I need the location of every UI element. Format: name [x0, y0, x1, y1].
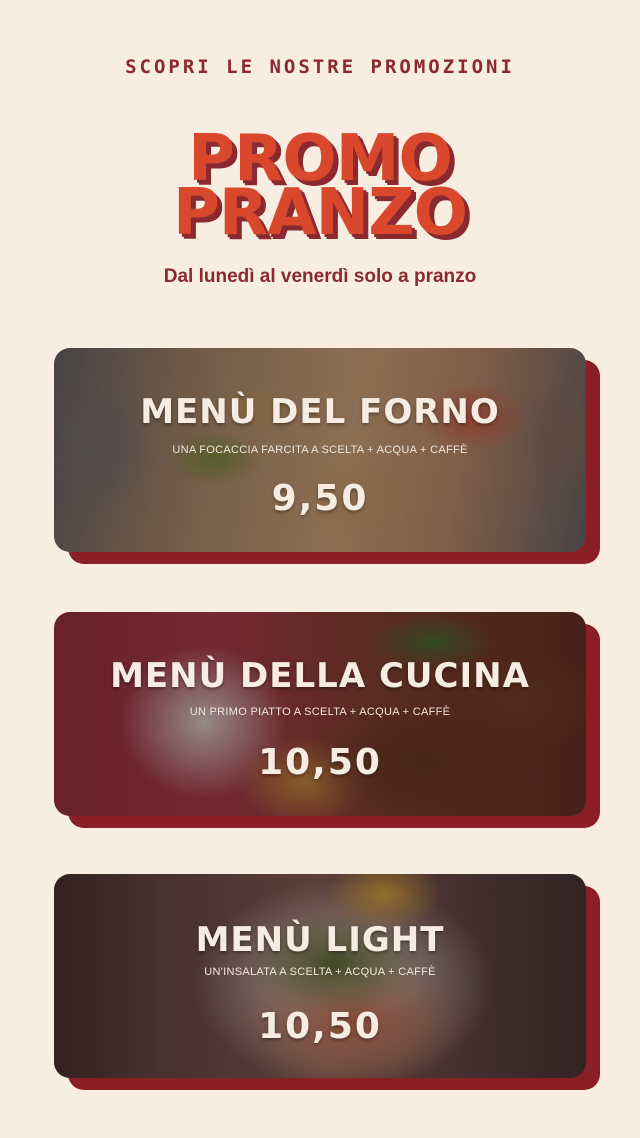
- promo-title-line-2: PRANZO: [172, 176, 468, 250]
- promo-title: PROMO PRANZO: [0, 127, 640, 250]
- menu-description: UN'INSALATA A SCELTA + ACQUA + CAFFÈ: [204, 966, 436, 978]
- menu-description: UNA FOCACCIA FARCITA A SCELTA + ACQUA + …: [172, 444, 468, 456]
- promo-subtitle: Dal lunedì al venerdì solo a pranzo: [163, 266, 477, 287]
- card-body[interactable]: MENÙ DELLA CUCINA UN PRIMO PIATTO A SCEL…: [54, 612, 586, 816]
- menu-price: 10,50: [258, 742, 382, 783]
- menu-description: UN PRIMO PIATTO A SCELTA + ACQUA + CAFFÈ: [189, 706, 451, 718]
- menu-title: MENÙ DELLA CUCINA: [110, 656, 530, 696]
- menu-title: MENÙ LIGHT: [195, 920, 445, 960]
- menu-title: MENÙ DEL FORNO: [140, 392, 500, 432]
- card-body[interactable]: MENÙ LIGHT UN'INSALATA A SCELTA + ACQUA …: [54, 874, 586, 1078]
- menu-card-forno[interactable]: MENÙ DEL FORNO UNA FOCACCIA FARCITA A SC…: [54, 348, 600, 564]
- promo-eyebrow: SCOPRI LE NOSTRE PROMOZIONI: [125, 56, 515, 78]
- card-body[interactable]: MENÙ DEL FORNO UNA FOCACCIA FARCITA A SC…: [54, 348, 586, 552]
- menu-price: 9,50: [271, 478, 369, 519]
- menu-price: 10,50: [258, 1006, 382, 1047]
- menu-card-cucina[interactable]: MENÙ DELLA CUCINA UN PRIMO PIATTO A SCEL…: [54, 612, 600, 828]
- menu-card-light[interactable]: MENÙ LIGHT UN'INSALATA A SCELTA + ACQUA …: [54, 874, 600, 1090]
